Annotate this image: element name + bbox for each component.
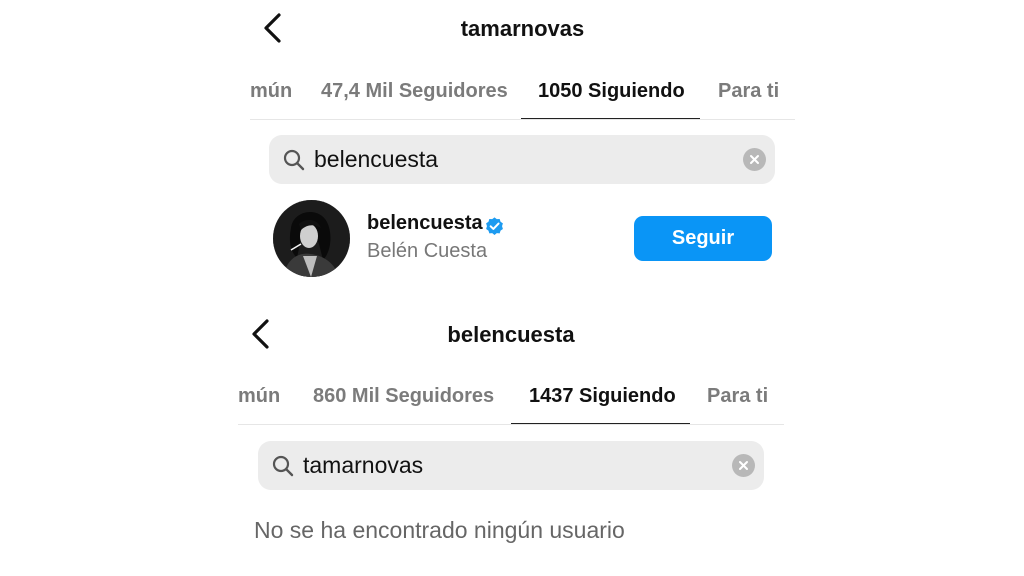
search-icon — [272, 455, 294, 477]
tab-bar: mún 47,4 Mil Seguidores 1050 Siguiendo P… — [250, 69, 795, 120]
active-tab-indicator — [521, 118, 700, 119]
avatar-photo — [273, 200, 350, 277]
page-title: belencuesta — [447, 322, 575, 347]
search-field[interactable]: tamarnovas — [258, 441, 764, 490]
following-panel-tamarnovas: tamarnovas mún 47,4 Mil Seguidores 1050 … — [250, 0, 795, 300]
tab-for-you[interactable]: Para ti — [707, 374, 768, 424]
follow-button[interactable]: Seguir — [634, 216, 772, 261]
result-username[interactable]: belencuesta — [367, 212, 483, 235]
tab-followers[interactable]: 860 Mil Seguidores — [313, 374, 494, 424]
tab-comun[interactable]: mún — [250, 69, 292, 119]
clear-search-button[interactable] — [743, 148, 766, 171]
tab-comun[interactable]: mún — [238, 374, 280, 424]
clear-search-button[interactable] — [732, 454, 755, 477]
tab-bar: mún 860 Mil Seguidores 1437 Siguiendo Pa… — [238, 374, 784, 425]
tab-following[interactable]: 1050 Siguiendo — [538, 69, 685, 119]
empty-state-message: No se ha encontrado ningún usuario — [254, 517, 625, 543]
search-field[interactable]: belencuesta — [269, 135, 775, 184]
search-input[interactable]: belencuesta — [314, 135, 438, 184]
verified-badge-icon — [486, 217, 503, 235]
tab-followers[interactable]: 47,4 Mil Seguidores — [321, 69, 508, 119]
avatar[interactable] — [273, 200, 350, 277]
tab-for-you[interactable]: Para ti — [718, 69, 779, 119]
clear-icon — [750, 155, 759, 164]
following-panel-belencuesta: belencuesta mún 860 Mil Seguidores 1437 … — [238, 305, 784, 576]
search-input[interactable]: tamarnovas — [303, 441, 423, 490]
search-icon — [283, 149, 305, 171]
active-tab-indicator — [511, 423, 690, 424]
clear-icon — [739, 461, 748, 470]
result-full-name: Belén Cuesta — [367, 240, 488, 262]
tab-following[interactable]: 1437 Siguiendo — [529, 374, 676, 424]
page-title: tamarnovas — [460, 16, 585, 41]
